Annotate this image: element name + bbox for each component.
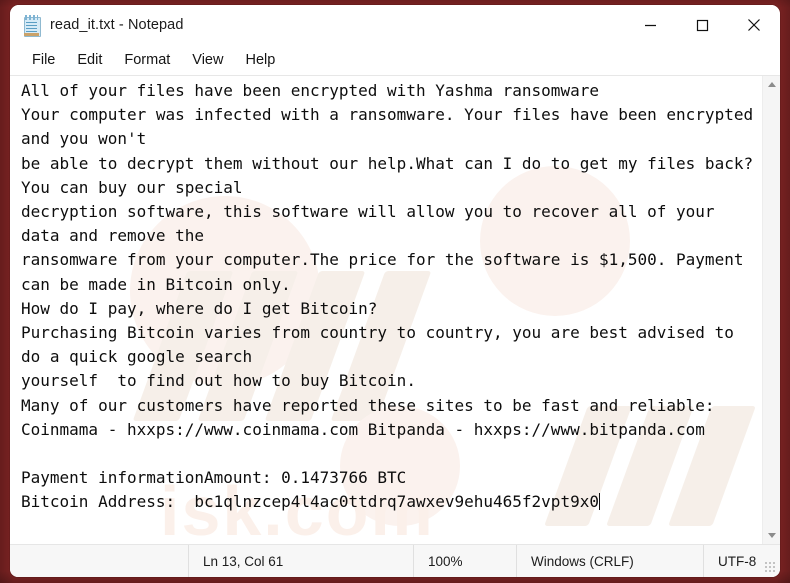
menu-item-file[interactable]: File bbox=[21, 49, 66, 72]
editor-area: isk.com All of your files have been encr… bbox=[10, 76, 780, 544]
maximize-icon bbox=[696, 19, 708, 31]
scroll-down-button[interactable] bbox=[763, 527, 780, 544]
title-bar[interactable]: read_it.txt - Notepad bbox=[10, 5, 780, 45]
menu-bar: File Edit Format View Help bbox=[10, 45, 780, 76]
status-bar: Ln 13, Col 61 100% Windows (CRLF) UTF-8 bbox=[10, 544, 780, 577]
text-caret bbox=[598, 493, 600, 511]
status-line-endings[interactable]: Windows (CRLF) bbox=[516, 545, 703, 577]
menu-item-help[interactable]: Help bbox=[234, 49, 286, 72]
status-bar-spacer bbox=[10, 545, 188, 577]
chevron-up-icon bbox=[767, 82, 776, 87]
status-line-column[interactable]: Ln 13, Col 61 bbox=[188, 545, 413, 577]
window-title: read_it.txt - Notepad bbox=[50, 17, 184, 33]
note-text: All of your files have been encrypted wi… bbox=[21, 81, 754, 512]
menu-item-view[interactable]: View bbox=[181, 49, 234, 72]
desktop-background: read_it.txt - Notepad File Edit Format V… bbox=[0, 0, 790, 583]
minimize-icon bbox=[644, 24, 656, 26]
scroll-up-button[interactable] bbox=[763, 76, 780, 93]
close-button[interactable] bbox=[728, 5, 780, 45]
menu-item-format[interactable]: Format bbox=[113, 49, 181, 72]
menu-item-edit[interactable]: Edit bbox=[66, 49, 113, 72]
resize-grip-icon[interactable] bbox=[764, 561, 776, 573]
title-bar-left: read_it.txt - Notepad bbox=[10, 14, 184, 37]
maximize-button[interactable] bbox=[676, 5, 728, 45]
minimize-button[interactable] bbox=[624, 5, 676, 45]
status-zoom-level[interactable]: 100% bbox=[413, 545, 516, 577]
close-icon bbox=[748, 19, 760, 31]
vertical-scrollbar[interactable] bbox=[762, 76, 780, 544]
notepad-icon bbox=[23, 14, 41, 37]
text-content[interactable]: All of your files have been encrypted wi… bbox=[10, 76, 762, 544]
notepad-window: read_it.txt - Notepad File Edit Format V… bbox=[10, 5, 780, 577]
chevron-down-icon bbox=[767, 533, 776, 538]
window-controls bbox=[624, 5, 780, 45]
